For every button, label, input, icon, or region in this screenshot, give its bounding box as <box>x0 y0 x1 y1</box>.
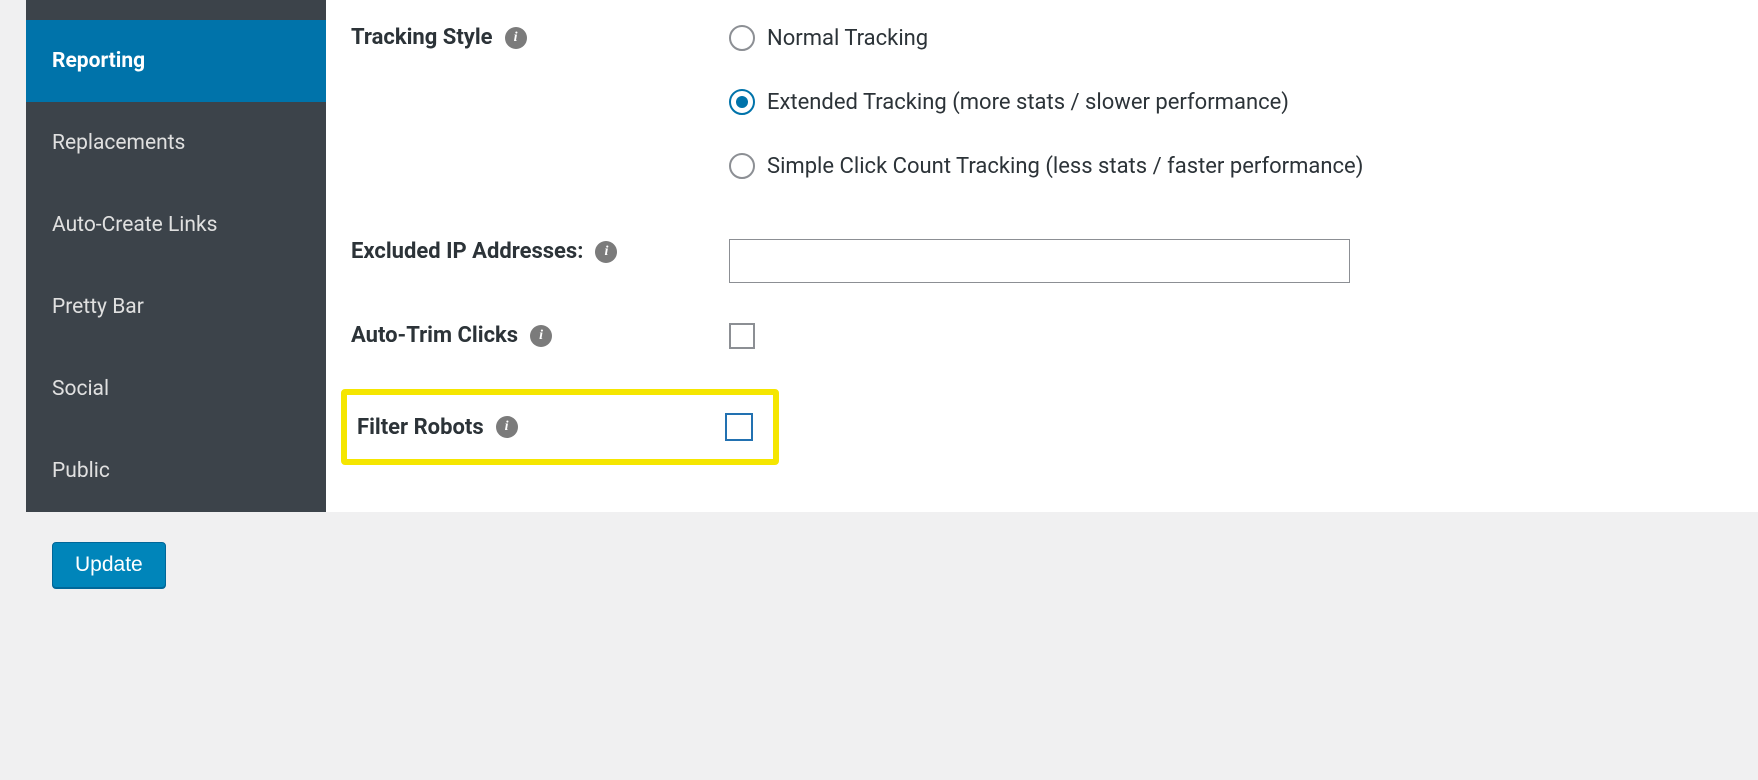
info-icon[interactable]: i <box>530 325 552 347</box>
tracking-style-options: Normal Tracking Extended Tracking (more … <box>729 25 1758 179</box>
label-text: Filter Robots <box>357 415 484 440</box>
tracking-style-row: Tracking Style i Normal Tracking Extende… <box>351 25 1758 179</box>
info-icon[interactable]: i <box>595 241 617 263</box>
radio-normal-tracking[interactable]: Normal Tracking <box>729 25 1758 51</box>
filter-robots-highlight: Filter Robots i <box>341 389 779 465</box>
info-icon[interactable]: i <box>496 416 518 438</box>
sidebar-item-label: Replacements <box>52 131 185 155</box>
sidebar-item-label: Auto-Create Links <box>52 213 217 237</box>
footer: Update <box>26 512 1758 618</box>
auto-trim-label: Auto-Trim Clicks i <box>351 323 729 348</box>
auto-trim-checkbox[interactable] <box>729 323 755 349</box>
sidebar-item-label: Public <box>52 459 110 483</box>
radio-button[interactable] <box>729 153 755 179</box>
excluded-ip-row: Excluded IP Addresses: i <box>351 239 1758 283</box>
sidebar-item-label: Pretty Bar <box>52 295 144 319</box>
filter-robots-label: Filter Robots i <box>347 415 725 440</box>
sidebar-spacer <box>26 0 326 20</box>
radio-extended-tracking[interactable]: Extended Tracking (more stats / slower p… <box>729 89 1758 115</box>
sidebar-item-replacements[interactable]: Replacements <box>26 102 326 184</box>
sidebar-item-reporting[interactable]: Reporting <box>26 20 326 102</box>
sidebar-item-social[interactable]: Social <box>26 348 326 430</box>
radio-simple-tracking[interactable]: Simple Click Count Tracking (less stats … <box>729 153 1758 179</box>
radio-label: Extended Tracking (more stats / slower p… <box>767 90 1289 115</box>
sidebar-item-label: Reporting <box>52 49 145 73</box>
filter-robots-checkbox[interactable] <box>725 413 753 441</box>
label-text: Auto-Trim Clicks <box>351 323 518 348</box>
excluded-ip-label: Excluded IP Addresses: i <box>351 239 729 264</box>
info-icon[interactable]: i <box>505 27 527 49</box>
sidebar-item-label: Social <box>52 377 109 401</box>
radio-label: Simple Click Count Tracking (less stats … <box>767 154 1363 179</box>
radio-button[interactable] <box>729 25 755 51</box>
settings-sidebar: Reporting Replacements Auto-Create Links… <box>26 0 326 512</box>
excluded-ip-input[interactable] <box>729 239 1350 283</box>
sidebar-item-pretty-bar[interactable]: Pretty Bar <box>26 266 326 348</box>
update-button[interactable]: Update <box>52 542 166 588</box>
label-text: Tracking Style <box>351 25 493 50</box>
tracking-style-label: Tracking Style i <box>351 25 729 50</box>
radio-button[interactable] <box>729 89 755 115</box>
sidebar-item-auto-create-links[interactable]: Auto-Create Links <box>26 184 326 266</box>
auto-trim-row: Auto-Trim Clicks i <box>351 323 1758 349</box>
radio-label: Normal Tracking <box>767 26 928 51</box>
label-text: Excluded IP Addresses: <box>351 239 583 264</box>
sidebar-item-public[interactable]: Public <box>26 430 326 512</box>
settings-content: Tracking Style i Normal Tracking Extende… <box>326 0 1758 512</box>
